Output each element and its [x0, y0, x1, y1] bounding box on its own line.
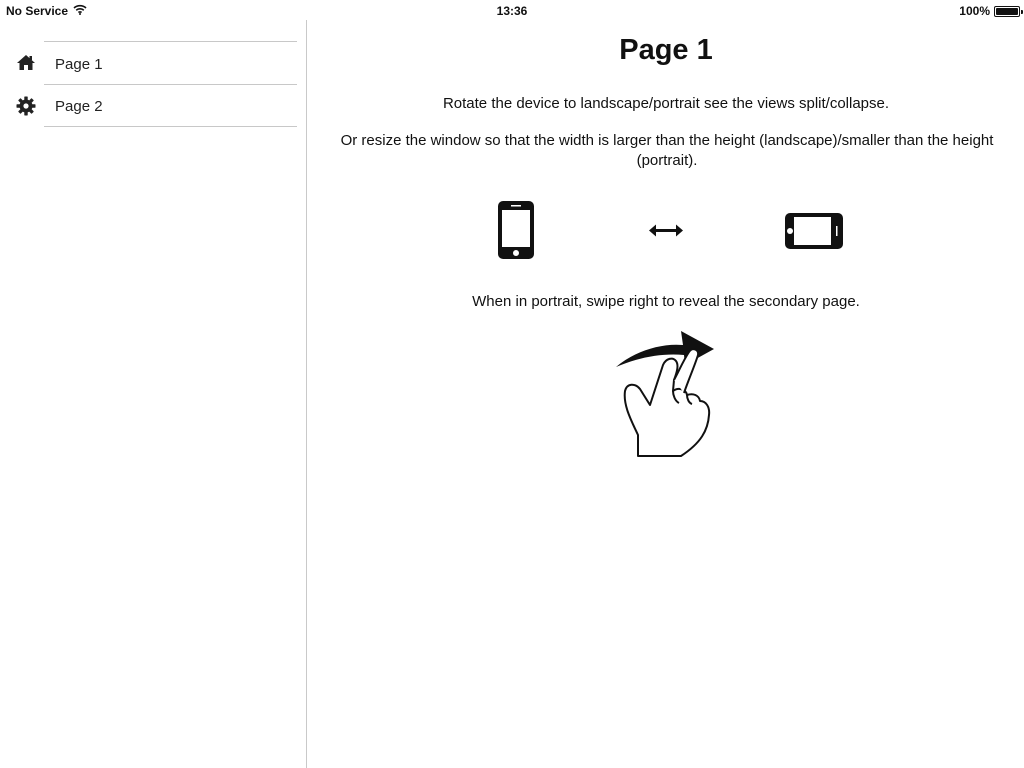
sidebar-item-page-1[interactable]: Page 1 [17, 41, 297, 84]
phone-portrait-icon [498, 201, 534, 259]
instruction-swipe: When in portrait, swipe right to reveal … [472, 293, 860, 310]
sidebar-item-page-2[interactable]: Page 2 [16, 84, 297, 127]
sidebar-menu: Page 1 Page 2 [0, 41, 307, 127]
double-arrow-icon [649, 224, 683, 237]
device-illustration [308, 200, 1024, 260]
battery-icon [994, 5, 1023, 17]
sidebar: Page 1 Page 2 [0, 20, 307, 768]
home-icon [16, 53, 36, 73]
gear-icon [16, 96, 36, 116]
instruction-rotate: Rotate the device to landscape/portrait … [442, 95, 890, 112]
main-content: Page 1 Rotate the device to landscape/po… [308, 20, 1024, 768]
instruction-resize: Or resize the window so that the width i… [340, 132, 994, 169]
page-title: Page 1 [619, 34, 713, 66]
status-bar: No Service 13:36 100% [0, 0, 1024, 20]
status-right: 100% [959, 4, 1023, 18]
sidebar-item-label: Page 2 [55, 98, 103, 115]
swipe-right-hand-icon [613, 325, 723, 457]
clock: 13:36 [496, 4, 528, 18]
phone-landscape-icon [785, 213, 843, 249]
sidebar-item-label: Page 1 [55, 55, 103, 73]
battery-percent: 100% [959, 4, 990, 18]
